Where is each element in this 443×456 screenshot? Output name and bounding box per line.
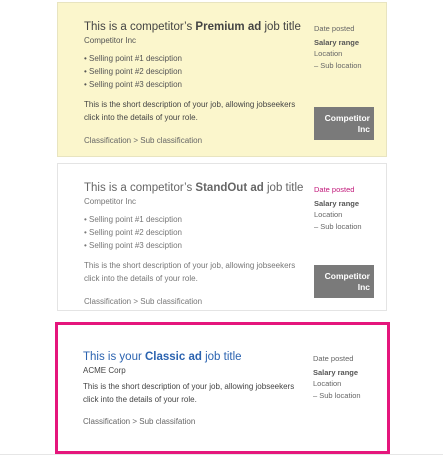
- salary-range: Salary range: [314, 37, 360, 47]
- logo-line-1: Competitor: [324, 271, 370, 281]
- company-name: Competitor Inc: [84, 36, 137, 45]
- title-suffix: job title: [261, 21, 301, 33]
- selling-point: Selling point #2 desciption: [84, 226, 299, 239]
- title-ad-type: StandOut ad: [195, 182, 264, 194]
- premium-ad-main: This is a competitor’s Premium ad job ti…: [84, 21, 301, 145]
- logo-line-1: Competitor: [324, 113, 370, 123]
- title-suffix: job title: [263, 182, 304, 194]
- standout-ad-title[interactable]: This is a competitor’s StandOut ad job t…: [84, 182, 303, 194]
- competitor-logo: Competitor Inc: [314, 107, 374, 140]
- location: Location: [313, 379, 342, 388]
- sub-location: – Sub location: [313, 390, 361, 400]
- date-posted: Date posted: [314, 185, 355, 194]
- date-posted: Date posted: [314, 24, 355, 33]
- job-classification: Classification > Sub classification: [84, 136, 203, 145]
- job-classification: Classification > Sub classification: [84, 297, 203, 306]
- salary-range: Salary range: [313, 367, 359, 377]
- selling-point: Selling point #3 desciption: [84, 239, 299, 252]
- title-ad-type: Classic ad: [145, 351, 202, 363]
- selling-point: Selling point #3 desciption: [84, 78, 299, 91]
- premium-ad-meta: Date posted Salary range Location – Sub …: [314, 23, 384, 71]
- title-prefix: This is a competitor’s: [84, 21, 196, 33]
- selling-points: Selling point #1 desciption Selling poin…: [84, 52, 299, 91]
- job-description: This is the short description of your jo…: [84, 100, 296, 122]
- sub-location: – Sub location: [314, 60, 362, 70]
- company-name: Competitor Inc: [84, 197, 137, 206]
- selling-points: Selling point #1 desciption Selling poin…: [84, 213, 299, 252]
- classic-ad-title[interactable]: This is your Classic ad job title: [83, 351, 298, 363]
- bottom-divider: [0, 454, 443, 455]
- title-ad-type: Premium ad: [195, 21, 262, 33]
- premium-ad-title[interactable]: This is a competitor’s Premium ad job ti…: [84, 21, 301, 33]
- standout-ad-meta: Date posted Salary range Location – Sub …: [314, 184, 384, 232]
- salary-range: Salary range: [314, 198, 360, 208]
- premium-ad-card[interactable]: This is a competitor’s Premium ad job ti…: [57, 2, 387, 157]
- sub-location: – Sub location: [314, 221, 362, 231]
- location: Location: [314, 210, 343, 219]
- logo-line-2: Inc: [357, 282, 370, 292]
- job-description: This is the short description of your jo…: [84, 261, 296, 283]
- selling-point: Selling point #1 desciption: [84, 213, 299, 226]
- title-suffix: job title: [201, 351, 242, 363]
- standout-ad-card[interactable]: This is a competitor’s StandOut ad job t…: [57, 163, 387, 311]
- job-description: This is the short description of your jo…: [83, 382, 295, 404]
- company-name: ACME Corp: [83, 366, 126, 375]
- selling-point: Selling point #1 desciption: [84, 52, 299, 65]
- logo-line-2: Inc: [357, 124, 370, 134]
- title-prefix: This is your: [83, 351, 145, 363]
- classic-ad-card[interactable]: This is your Classic ad job title ACME C…: [55, 322, 390, 454]
- selling-point: Selling point #2 desciption: [84, 65, 299, 78]
- title-prefix: This is a competitor’s: [84, 182, 196, 194]
- location: Location: [314, 49, 343, 58]
- competitor-logo: Competitor Inc: [314, 265, 374, 298]
- date-posted: Date posted: [313, 354, 354, 363]
- standout-ad-main: This is a competitor’s StandOut ad job t…: [84, 182, 303, 306]
- classic-ad-meta: Date posted Salary range Location – Sub …: [313, 353, 383, 401]
- classic-ad-main: This is your Classic ad job title ACME C…: [83, 351, 298, 426]
- job-classification: Classification > Sub classifation: [83, 417, 196, 426]
